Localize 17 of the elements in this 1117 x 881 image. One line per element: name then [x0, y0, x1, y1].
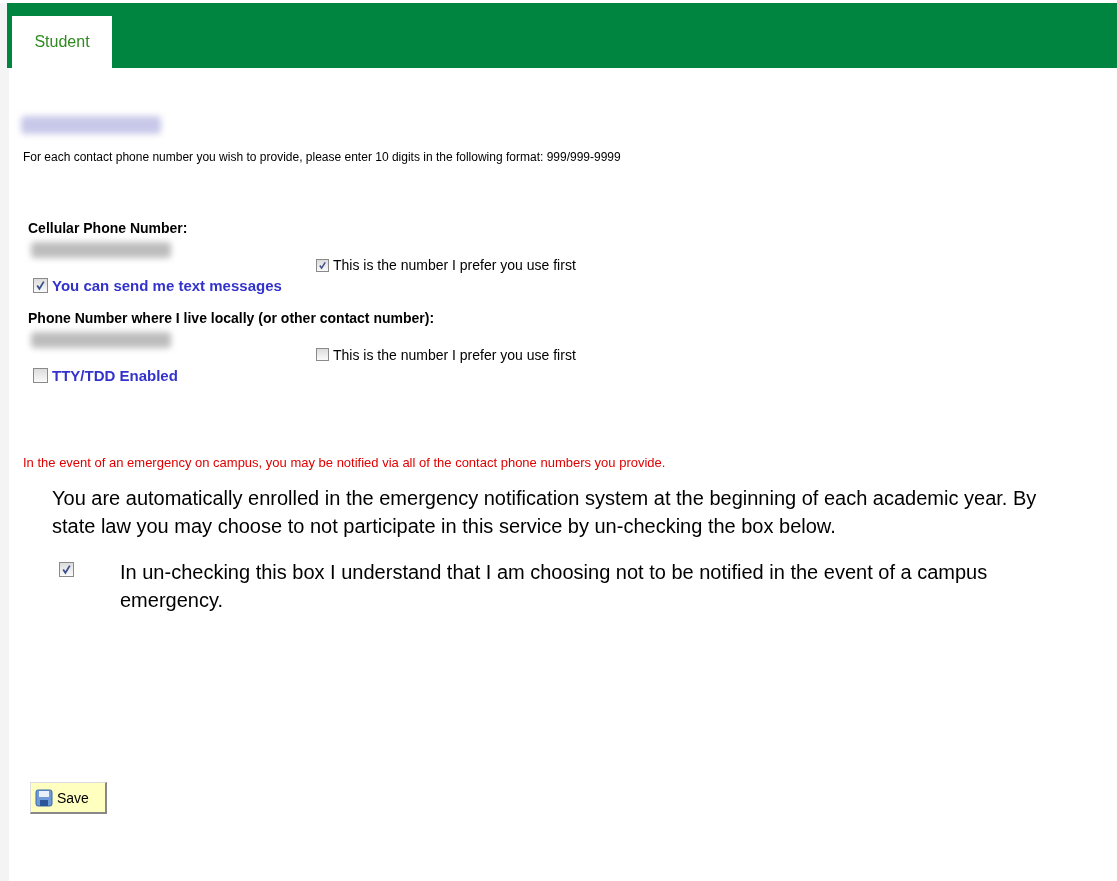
save-button[interactable]: Save	[30, 782, 107, 815]
field-label: Cellular Phone Number:	[28, 220, 189, 236]
checkbox-label: In un-checking this box I understand that I am choosing not to be notified in the event of a campus emergency.	[120, 560, 989, 614]
instructions-text: For each contact phone number you wish to provide, please enter 10 digits in the following format: 999/999-9999	[23, 150, 622, 164]
emergency-notice: In the event of an emergency on campus, you may be notified via all of the contact phone numbers you provide.	[23, 455, 667, 471]
checkbox[interactable]	[59, 562, 74, 578]
checkbox-label: TTY/TDD Enabled	[52, 365, 178, 386]
checkbox[interactable]	[33, 278, 48, 294]
field-label: Phone Number where I live locally (or other contact number):	[28, 309, 436, 326]
checkbox-label: This is the number I prefer you use first	[333, 345, 576, 364]
tab[interactable]: Student	[12, 16, 112, 68]
checkbox-label: You can send me text messages	[52, 276, 282, 296]
checkbox-label: This is the number I prefer you use first	[333, 256, 576, 275]
checkbox[interactable]	[316, 258, 329, 272]
checkbox[interactable]	[316, 348, 329, 362]
enrollment-text: You are automatically enrolled in the emergency notification system at the beginning of each academic year. By state law you may choose to not participate in this service by un-checking the box below.	[52, 486, 1038, 540]
checkbox[interactable]	[33, 368, 48, 384]
